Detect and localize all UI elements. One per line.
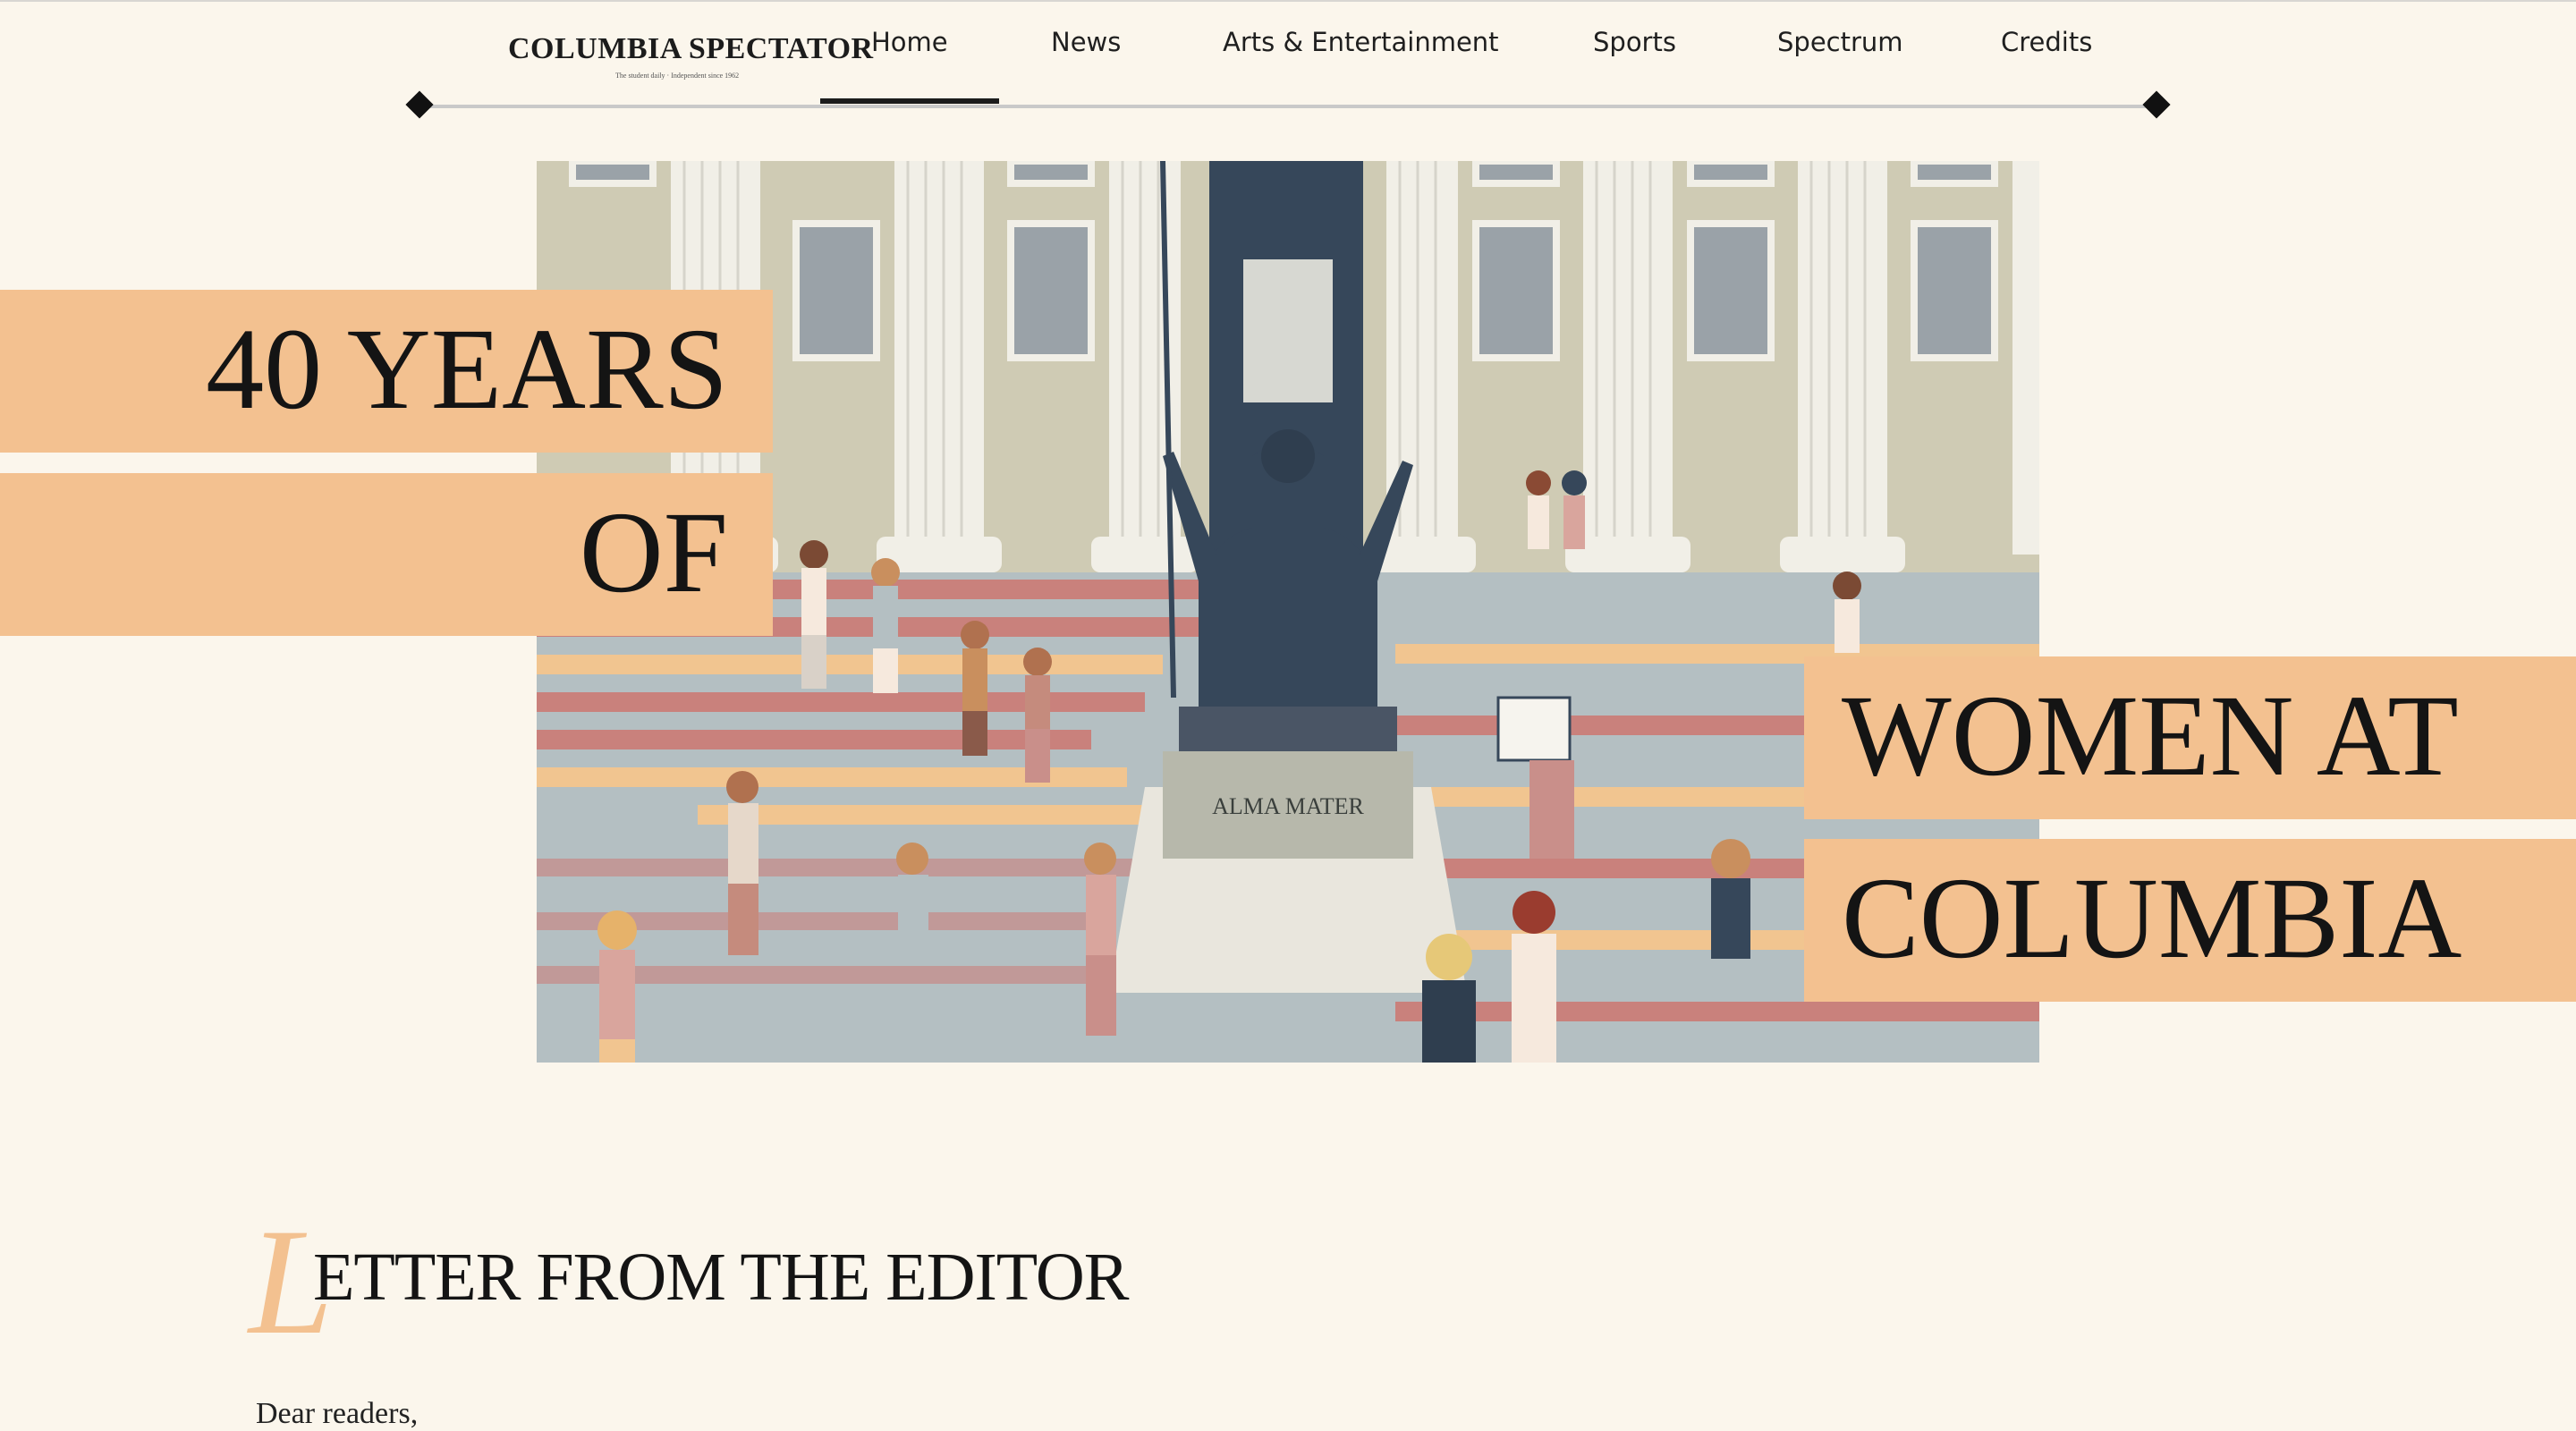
divider-left-diamond-icon (405, 90, 434, 119)
active-nav-indicator (820, 98, 999, 104)
columbia-spectator-logo[interactable]: COLUMBIA SPECTATOR The student daily · I… (508, 32, 873, 82)
hero-title-banner-2: OF (0, 473, 773, 636)
logo-tagline: The student daily · Independent since 19… (615, 72, 740, 80)
top-border (0, 0, 2576, 2)
logo-wordmark: COLUMBIA SPECTATOR (508, 32, 874, 65)
nav-spectrum[interactable]: Spectrum (1777, 27, 1903, 57)
nav-credits[interactable]: Credits (2001, 27, 2092, 57)
divider-right-diamond-icon (2142, 90, 2171, 119)
hero-title-banner-1: 40 YEARS (0, 290, 773, 453)
nav-news[interactable]: News (1051, 27, 1121, 57)
nav-sports[interactable]: Sports (1593, 27, 1676, 57)
hero-title-line-2: OF (579, 488, 728, 617)
hero-title-banner-4: COLUMBIA (1804, 839, 2576, 1002)
hero-title-line-1: 40 YEARS (206, 305, 728, 434)
header-divider (420, 105, 2156, 108)
nav-arts-entertainment[interactable]: Arts & Entertainment (1223, 27, 1499, 57)
letter-heading: ETTER FROM THE EDITOR (313, 1240, 1129, 1315)
alma-mater-plaque: ALMA MATER (1212, 793, 1364, 819)
letter-body: Dear readers, (256, 1397, 419, 1430)
nav-home[interactable]: Home (871, 27, 948, 57)
hero-title-line-3: WOMEN AT (1842, 672, 2459, 800)
hero-title-banner-3: WOMEN AT (1804, 656, 2576, 819)
hero-title-line-4: COLUMBIA (1842, 854, 2462, 983)
